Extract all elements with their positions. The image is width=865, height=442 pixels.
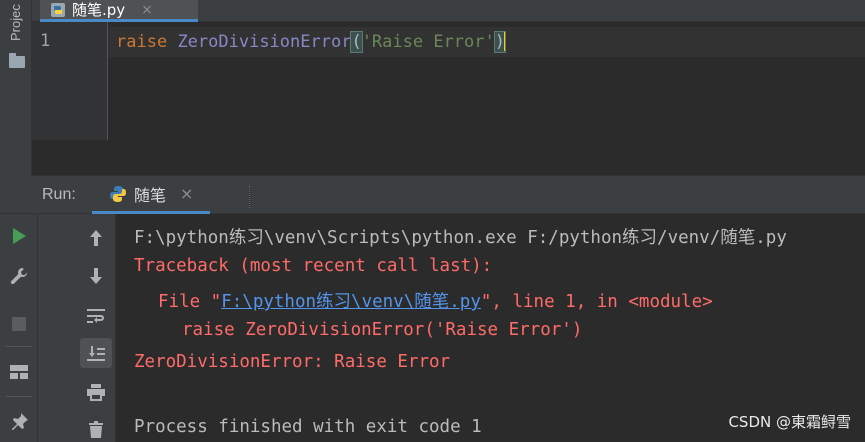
run-icon — [13, 228, 26, 244]
editor-empty-area — [32, 140, 865, 176]
traceback-file-line: File "F:\python练习\venv\随笔.py", line 1, i… — [158, 288, 713, 313]
print-button[interactable] — [82, 378, 110, 406]
clear-all-button[interactable] — [82, 416, 110, 442]
folder-icon[interactable] — [9, 53, 25, 68]
run-tab-label: 随笔 — [134, 185, 167, 205]
traceback-code-line: raise ZeroDivisionError('Raise Error') — [182, 320, 583, 340]
separator — [6, 396, 32, 397]
console-output[interactable]: F:\python练习\venv\Scripts\python.exe F:/p… — [116, 214, 865, 442]
close-icon[interactable]: × — [180, 184, 193, 203]
file-link[interactable]: F:\python练习\venv\随笔.py — [221, 292, 481, 312]
text-caret — [504, 31, 506, 51]
trash-icon — [89, 421, 103, 438]
exit-status-line: Process finished with exit code 1 — [134, 417, 482, 437]
scroll-to-end-icon — [87, 346, 105, 361]
wrench-icon — [10, 268, 27, 285]
code-line[interactable]: raise ZeroDivisionError('Raise Error') — [116, 31, 507, 53]
soft-wrap-icon — [87, 309, 105, 323]
scroll-to-end-button[interactable] — [80, 338, 112, 368]
layout-icon — [10, 365, 28, 379]
python-file-icon — [51, 2, 65, 17]
print-icon — [87, 384, 105, 401]
rerun-button[interactable] — [5, 222, 33, 250]
editor-tab-bar: 随笔.py × — [32, 0, 865, 22]
editor-gutter: 1 — [32, 22, 108, 140]
layout-button[interactable] — [5, 358, 33, 386]
editor-tab-label: 随笔.py — [72, 1, 126, 19]
project-tool-label[interactable]: Projec — [8, 4, 23, 48]
previous-occurrence-button[interactable] — [82, 224, 110, 252]
pin-tab-button[interactable] — [5, 408, 33, 436]
code-open-paren: ( — [350, 31, 363, 53]
close-icon[interactable]: × — [141, 2, 153, 18]
run-tab-suibi[interactable]: 随笔 × — [92, 176, 210, 214]
code-keyword: raise — [116, 32, 168, 52]
code-class-name: ZeroDivisionError — [177, 32, 352, 52]
soft-wrap-button[interactable] — [82, 302, 110, 330]
arrow-up-icon — [90, 230, 102, 246]
error-message: ZeroDivisionError: Raise Error — [134, 352, 451, 372]
next-occurrence-button[interactable] — [82, 262, 110, 290]
separator — [6, 346, 32, 347]
stop-button[interactable] — [5, 310, 33, 338]
file-suffix: ", line 1, in <module> — [480, 292, 713, 312]
run-toolbar-left — [0, 214, 38, 442]
console-command-line: F:\python练习\venv\Scripts\python.exe F:/p… — [134, 228, 787, 248]
line-number: 1 — [40, 31, 51, 51]
project-tool-strip[interactable]: Projec — [0, 0, 32, 176]
code-string: 'Raise Error' — [361, 32, 495, 52]
run-toolbar-right — [38, 214, 116, 442]
file-prefix: File " — [158, 292, 222, 312]
python-icon — [110, 185, 126, 202]
run-tool-header: Run: 随笔 × — [0, 176, 865, 214]
stop-icon — [12, 317, 26, 331]
edit-configuration-button[interactable] — [5, 262, 33, 290]
arrow-down-icon — [90, 268, 102, 284]
separator — [249, 186, 250, 208]
code-editor[interactable]: raise ZeroDivisionError('Raise Error') — [108, 22, 865, 140]
watermark: CSDN @東霜鲟雪 — [728, 413, 851, 431]
pin-icon — [12, 413, 28, 430]
traceback-header: Traceback (most recent call last): — [134, 256, 493, 276]
run-title: Run: — [42, 186, 76, 203]
editor-tab-suibi[interactable]: 随笔.py × — [40, 0, 198, 22]
